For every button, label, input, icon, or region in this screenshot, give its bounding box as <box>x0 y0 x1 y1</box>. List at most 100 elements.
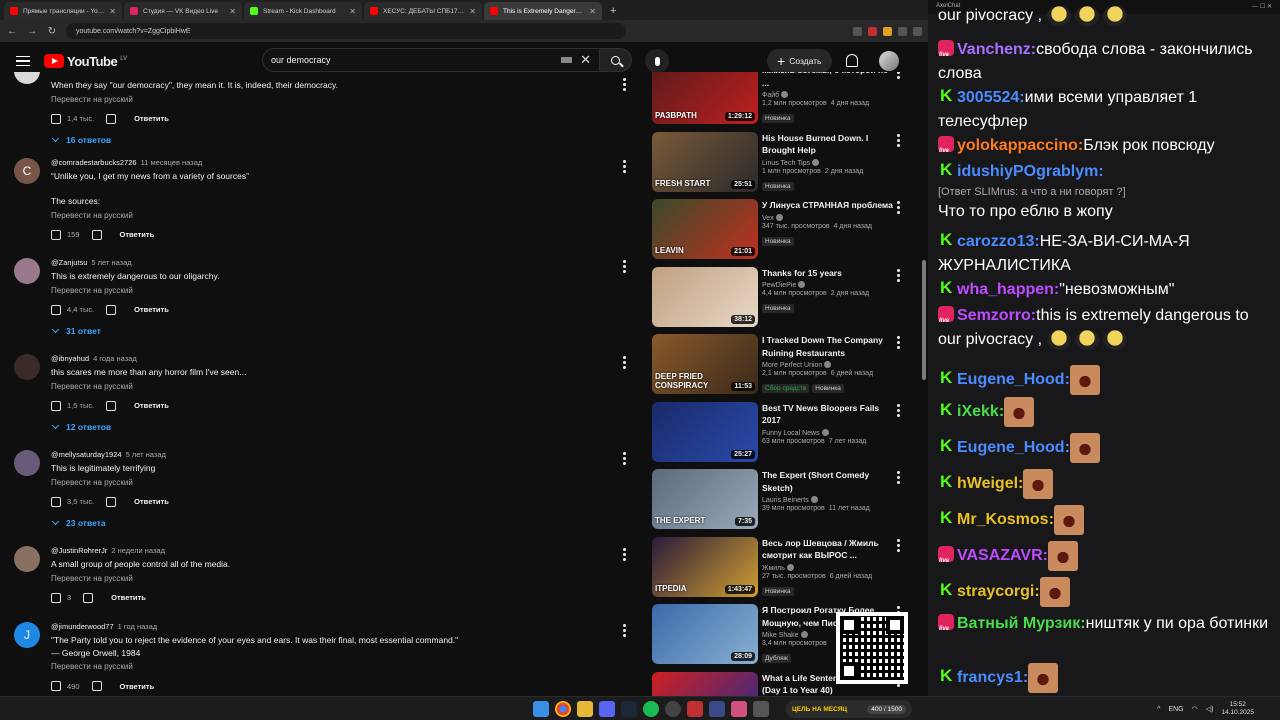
like-icon[interactable] <box>51 400 61 411</box>
channel-name[interactable]: PewDiePie <box>762 281 897 289</box>
close-tab-icon[interactable]: ✕ <box>469 7 476 16</box>
menu-icon[interactable] <box>16 55 30 67</box>
video-title[interactable]: ...жизнь богемы, о которой не ... <box>762 72 897 89</box>
view-replies-button[interactable]: 31 ответ <box>51 325 634 336</box>
chat-nickname[interactable]: Mr_Kosmos: <box>957 511 1054 528</box>
reply-button[interactable]: Ответить <box>120 682 155 691</box>
keyboard-icon[interactable] <box>561 57 573 63</box>
close-tab-icon[interactable]: ✕ <box>349 7 356 16</box>
close-tab-icon[interactable]: ✕ <box>589 7 596 16</box>
chat-nickname[interactable]: hWeigel: <box>957 475 1023 492</box>
channel-name[interactable]: More Perfect Union <box>762 361 897 369</box>
like-icon[interactable] <box>51 681 61 691</box>
view-replies-button[interactable]: 23 ответа <box>51 517 634 528</box>
recommended-video[interactable]: DEEP FRIED CONSPIRACY 11:53 I Tracked Down… <box>652 334 914 396</box>
start-icon[interactable] <box>533 701 549 717</box>
recommended-video[interactable]: FRESH START 25:51 His House Burned Down. I… <box>652 131 914 194</box>
app-icon[interactable] <box>687 701 703 717</box>
more-options-icon[interactable] <box>897 403 900 417</box>
like-icon[interactable] <box>51 496 61 507</box>
chat-nickname[interactable]: francys1: <box>957 669 1028 686</box>
comment-date[interactable]: 2 недели назад <box>111 546 165 555</box>
avatar[interactable] <box>14 258 40 284</box>
comment-author[interactable]: @mellysaturday1924 <box>51 450 122 459</box>
video-title[interactable]: У Линуса СТРАННАЯ проблема <box>762 199 897 212</box>
extension-icon[interactable] <box>868 26 877 36</box>
video-thumbnail[interactable]: NO ESCAPE <box>652 671 758 696</box>
chat-nickname[interactable]: 3005524: <box>957 89 1025 106</box>
more-options-icon[interactable] <box>623 452 626 465</box>
translate-link[interactable]: Перевести на русский <box>51 211 634 220</box>
url-field[interactable]: youtube.com/watch?v=ZggCipbiHwE <box>66 23 626 39</box>
video-thumbnail[interactable]: 28:09 <box>652 604 758 664</box>
chrome-icon[interactable] <box>555 701 571 717</box>
channel-name[interactable]: Linus Tech Tips <box>762 158 897 167</box>
more-options-icon[interactable] <box>623 356 626 369</box>
chat-nickname[interactable]: carozzo13: <box>957 233 1040 250</box>
video-thumbnail[interactable]: LEAVIN 21:01 <box>652 199 758 259</box>
recommended-video[interactable]: THE EXPERT 7:35 The Expert (Short Comedy S… <box>652 469 914 531</box>
like-icon[interactable] <box>51 304 61 315</box>
translate-link[interactable]: Перевести на русский <box>51 662 634 671</box>
close-tab-icon[interactable]: ✕ <box>229 7 236 16</box>
video-title[interactable]: Best TV News Bloopers Fails 2017 <box>762 402 897 427</box>
page-scrollbar[interactable] <box>920 80 928 696</box>
reply-button[interactable]: Ответить <box>134 497 169 506</box>
chat-nickname[interactable]: iXekk: <box>957 403 1004 420</box>
comment-author[interactable]: @jimunderwood77 <box>51 622 114 631</box>
notifications-bell-icon[interactable] <box>846 54 858 67</box>
dislike-icon[interactable] <box>91 681 102 691</box>
new-tab-button[interactable]: + <box>604 2 622 20</box>
reply-button[interactable]: Ответить <box>134 114 169 123</box>
discord-icon[interactable] <box>599 701 615 717</box>
reply-button[interactable]: Ответить <box>134 305 169 314</box>
voice-search-button[interactable] <box>645 49 669 73</box>
language-indicator[interactable]: ENG <box>1168 706 1183 713</box>
view-replies-button[interactable]: 12 ответов <box>51 421 634 432</box>
chat-nickname[interactable]: yolokappaccino: <box>957 137 1083 154</box>
browser-tab[interactable]: Stream - Kick Dashboard ✕ <box>244 2 362 20</box>
forward-icon[interactable]: → <box>26 26 38 37</box>
reply-button[interactable]: Ответить <box>120 230 155 239</box>
comment-author[interactable]: @ibnyahud <box>51 354 89 363</box>
more-options-icon[interactable] <box>897 336 900 349</box>
reply-button[interactable]: Ответить <box>111 593 146 602</box>
more-options-icon[interactable] <box>897 72 900 79</box>
extension-icon[interactable] <box>853 26 862 36</box>
extension-icon[interactable] <box>883 26 892 36</box>
comment-author[interactable]: @Zanjutsu <box>51 258 87 267</box>
more-options-icon[interactable] <box>897 268 900 282</box>
recommended-video[interactable]: 25:27 Best TV News Bloopers Fails 2017 Fun… <box>652 401 914 464</box>
reload-icon[interactable]: ↻ <box>46 26 58 37</box>
channel-name[interactable]: Funny Local News <box>762 428 897 437</box>
network-icon[interactable]: ◠ <box>1192 705 1198 713</box>
like-icon[interactable] <box>51 229 61 240</box>
obs-icon[interactable] <box>665 701 681 717</box>
video-thumbnail[interactable]: FRESH START 25:51 <box>652 131 758 192</box>
translate-link[interactable]: Перевести на русский <box>51 478 634 487</box>
channel-name[interactable]: Lauris Beinerts <box>762 496 897 504</box>
translate-link[interactable]: Перевести на русский <box>51 382 634 391</box>
browser-tab[interactable]: Студия — VK Видео Live ✕ <box>124 2 242 20</box>
dislike-icon[interactable] <box>106 496 117 507</box>
youtube-logo[interactable]: YouTube LV <box>44 54 127 69</box>
avatar[interactable]: C <box>14 158 40 184</box>
video-title[interactable]: Thanks for 15 years <box>762 267 897 280</box>
like-icon[interactable] <box>51 592 61 603</box>
video-thumbnail[interactable]: THE EXPERT 7:35 <box>652 469 758 529</box>
more-options-icon[interactable] <box>623 548 626 561</box>
video-thumbnail[interactable]: DEEP FRIED CONSPIRACY 11:53 <box>652 334 758 394</box>
avatar[interactable] <box>14 450 40 476</box>
browser-tab[interactable]: ХЕСУС: ДЕБАТЫ СПБ1703 И МАКОМ ✕ <box>364 2 482 20</box>
video-title[interactable]: His House Burned Down. I Brought Help <box>762 132 897 157</box>
video-title[interactable]: Весь лор Шевцова / Жмиль смотрит как ВЫР… <box>762 537 897 562</box>
clock[interactable]: 15:52 14.10.2025 <box>1221 701 1254 717</box>
steam-icon[interactable] <box>621 701 637 717</box>
more-options-icon[interactable] <box>623 260 626 273</box>
back-icon[interactable]: ← <box>6 26 18 37</box>
reply-button[interactable]: Ответить <box>134 401 169 410</box>
chat-nickname[interactable]: idushiyPOgrablym: <box>957 163 1104 180</box>
video-thumbnail[interactable]: 25:27 <box>652 401 758 462</box>
video-thumbnail[interactable]: РАЗВРАТН 1:29:12 <box>652 72 758 124</box>
translate-link[interactable]: Перевести на русский <box>51 95 634 104</box>
